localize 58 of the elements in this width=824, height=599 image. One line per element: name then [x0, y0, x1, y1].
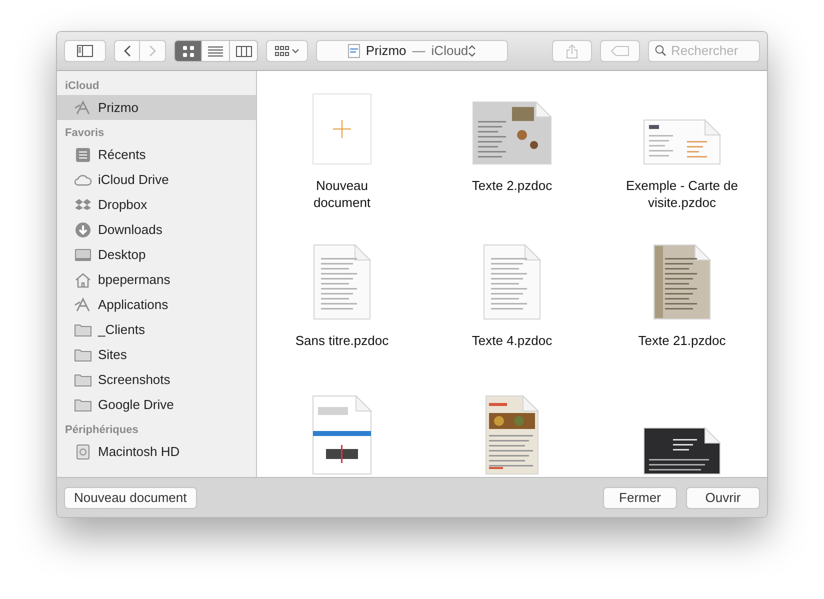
sidebar-section-title: iCloud: [64, 79, 100, 94]
arrange-button[interactable]: [266, 40, 308, 62]
folder-icon: [74, 372, 92, 388]
home-icon: [74, 272, 92, 288]
sidebar-item[interactable]: Dropbox: [57, 192, 256, 217]
sidebar-item[interactable]: Downloads: [57, 217, 256, 242]
sidebar-item[interactable]: bpepermans: [57, 267, 256, 292]
download-icon: [74, 222, 92, 238]
chevron-right-icon: [148, 45, 156, 57]
sidebar-icon: [77, 45, 93, 57]
columns-icon: [236, 46, 252, 56]
search-field[interactable]: Rechercher: [648, 40, 760, 62]
folder-icon: [74, 346, 92, 362]
sidebar-item[interactable]: Prizmo: [57, 95, 256, 120]
sidebar-toggle-button[interactable]: [64, 40, 106, 62]
sidebar-item[interactable]: _Clients: [57, 317, 256, 342]
folder-icon: [74, 396, 92, 412]
share-icon: [566, 44, 578, 58]
grid-icon: [182, 46, 194, 56]
app-icon: [74, 296, 92, 312]
arrange-icon: [275, 46, 289, 56]
dropbox-icon: [74, 196, 92, 212]
new-document-icon: [312, 93, 372, 165]
list-icon: [208, 46, 223, 56]
app-icon: [74, 100, 92, 116]
folder-icon: [74, 322, 92, 338]
new-document-button[interactable]: Nouveau document: [64, 486, 197, 508]
tray-icon: [74, 146, 92, 162]
view-mode-button[interactable]: [202, 40, 230, 62]
file-name[interactable]: Texte 21.pzdoc: [626, 332, 738, 349]
sidebar-section-title: Favoris: [64, 126, 106, 141]
file-name[interactable]: Texte 2.pzdoc: [456, 177, 568, 194]
sidebar-section-title: Périphériques: [64, 423, 140, 438]
tag-icon: [611, 46, 629, 56]
sidebar-item[interactable]: Google Drive: [57, 392, 256, 417]
sidebar-item[interactable]: Récents: [57, 142, 256, 167]
up-down-caret-icon: [468, 45, 476, 57]
document-icon: [348, 44, 360, 58]
sidebar-item[interactable]: Desktop: [57, 242, 256, 267]
location-popup[interactable]: Prizmo — iCloud: [316, 40, 508, 62]
sidebar-item[interactable]: Screenshots: [57, 367, 256, 392]
view-mode-button[interactable]: [174, 40, 202, 62]
view-mode-button[interactable]: [230, 40, 258, 62]
sidebar-item[interactable]: Applications: [57, 292, 256, 317]
file-name[interactable]: Exemple - Carte de visite.pzdoc: [626, 177, 738, 211]
caret-icon: [292, 48, 299, 54]
search-icon: [655, 45, 666, 56]
desktop-icon: [74, 246, 92, 262]
file-name[interactable]: Texte 4.pzdoc: [456, 332, 568, 349]
sidebar-item[interactable]: iCloud Drive: [57, 167, 256, 192]
file-name[interactable]: Sans titre.pzdoc: [286, 332, 398, 349]
back-button[interactable]: [114, 40, 140, 62]
dialog-button[interactable]: Fermer: [603, 486, 677, 508]
dialog-button[interactable]: Ouvrir: [686, 486, 760, 508]
file-name[interactable]: Nouveau document: [286, 177, 398, 211]
sidebar-item[interactable]: Macintosh HD: [57, 439, 256, 464]
sidebar-item[interactable]: Sites: [57, 342, 256, 367]
chevron-left-icon: [123, 45, 131, 57]
